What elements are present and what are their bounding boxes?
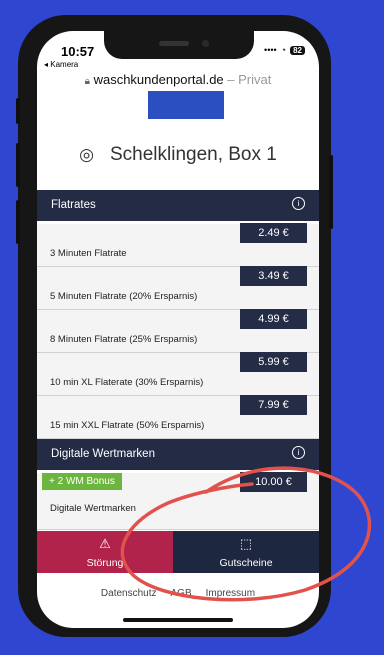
wertmarken-row[interactable]: 10.00 € + 2 WM Bonus Digitale Wertmarken [37, 472, 319, 530]
signal-icon: •••• [264, 45, 277, 55]
flatrate-price: 4.99 € [240, 309, 307, 329]
brand-logo [148, 91, 224, 119]
flatrate-label: 8 Minuten Flatrate (25% Ersparnis) [50, 334, 198, 345]
wertmarken-price: 10.00 € [240, 472, 307, 492]
location-text: Schelklingen, Box 1 [109, 144, 277, 165]
info-icon[interactable]: i [292, 446, 305, 459]
ticket-icon: ⬚ [239, 536, 253, 551]
gutscheine-label: Gutscheine [219, 557, 273, 569]
wifi-icon: ◔ [280, 45, 287, 55]
datenschutz-link[interactable]: Datenschutz [101, 588, 157, 599]
flatrate-price: 5.99 € [240, 352, 307, 372]
status-time: 10:57 [61, 44, 95, 59]
phone-screen: 10:57 ◂ Kamera •••• ◔ 82 🔒︎ waschkundenp… [37, 31, 319, 628]
stoerung-button[interactable]: ⚠︎ Störung [37, 531, 173, 573]
lock-icon: 🔒︎ [84, 76, 90, 87]
flatrate-price: 3.49 € [240, 266, 307, 286]
back-to-app-link[interactable]: ◂ Kamera [44, 60, 78, 69]
bonus-badge: + 2 WM Bonus [42, 473, 122, 490]
info-icon[interactable]: i [292, 197, 305, 210]
phone-power-button [329, 155, 333, 229]
agb-link[interactable]: AGB [171, 588, 192, 599]
flatrates-header: Flatrates i [37, 190, 319, 221]
notch [104, 31, 254, 59]
flatrate-label: 3 Minuten Flatrate [50, 248, 127, 259]
warning-icon: ⚠︎ [99, 536, 111, 551]
battery-icon: 82 [290, 45, 305, 55]
flatrate-price: 7.99 € [240, 395, 307, 415]
flatrate-label: 15 min XXL Flatrate (50% Ersparnis) [50, 420, 205, 431]
impressum-link[interactable]: Impressum [206, 588, 255, 599]
flatrate-row-3[interactable]: 4.99 € 8 Minuten Flatrate (25% Ersparnis… [37, 309, 319, 353]
home-indicator [123, 618, 233, 622]
location-header: ◎ Schelklingen, Box 1 [37, 144, 319, 166]
url-bar[interactable]: 🔒︎ waschkundenportal.de – Privat [37, 72, 319, 87]
phone-volume-up-button [16, 143, 20, 187]
action-bar: ⚠︎ Störung ⬚ Gutscheine [37, 531, 319, 573]
wertmarken-label: Digitale Wertmarken [50, 503, 136, 514]
phone-volume-down-button [16, 200, 20, 244]
wertmarken-title: Digitale Wertmarken [51, 448, 155, 460]
location-pin-icon: ◎ [79, 145, 94, 164]
flatrate-row-4[interactable]: 5.99 € 10 min XL Flaterate (30% Ersparni… [37, 352, 319, 396]
flatrate-row-5[interactable]: 7.99 € 15 min XXL Flatrate (50% Ersparni… [37, 395, 319, 439]
flatrates-title: Flatrates [51, 199, 96, 211]
gutscheine-button[interactable]: ⬚ Gutscheine [173, 531, 319, 573]
footer-links: Datenschutz AGB Impressum [37, 588, 319, 599]
phone-side-button [16, 98, 20, 124]
url-private-label: Privat [238, 72, 272, 87]
wertmarken-header: Digitale Wertmarken i [37, 439, 319, 470]
stoerung-label: Störung [86, 557, 124, 569]
status-icons: •••• ◔ 82 [264, 45, 305, 55]
flatrate-label: 5 Minuten Flatrate (20% Ersparnis) [50, 291, 198, 302]
flatrate-row-1[interactable]: 2.49 € 3 Minuten Flatrate [37, 223, 319, 267]
flatrate-row-2[interactable]: 3.49 € 5 Minuten Flatrate (20% Ersparnis… [37, 266, 319, 310]
flatrate-price: 2.49 € [240, 223, 307, 243]
flatrate-label: 10 min XL Flaterate (30% Ersparnis) [50, 377, 204, 388]
url-separator: – [223, 72, 239, 87]
url-domain: waschkundenportal.de [93, 72, 224, 87]
